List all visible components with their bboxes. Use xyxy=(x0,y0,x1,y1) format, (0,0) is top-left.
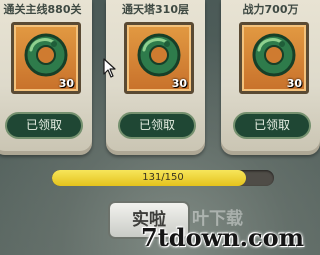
mouse-cursor-icon xyxy=(103,58,116,78)
reward-quantity: 30 xyxy=(58,77,74,90)
claimed-button[interactable]: 已领取 xyxy=(5,112,83,139)
task-title: 战力700万 xyxy=(242,3,299,16)
jade-dragon-icon xyxy=(137,33,181,77)
task-title: 通天塔310层 xyxy=(122,3,189,16)
task-card-main-stage: 通关主线880关 30 已领取 xyxy=(0,0,92,155)
progress-bar: 131/150 xyxy=(52,170,274,186)
reward-slot[interactable]: 30 xyxy=(124,22,194,94)
watermark-url: 7tdown.com xyxy=(141,223,305,252)
task-card-tower: 通天塔310层 30 已领取 xyxy=(106,0,205,155)
progress-text: 131/150 xyxy=(142,172,184,183)
jade-dragon-icon xyxy=(24,33,68,77)
reward-quantity: 30 xyxy=(171,77,187,90)
claimed-button[interactable]: 已领取 xyxy=(118,112,196,139)
reward-quantity: 30 xyxy=(286,77,302,90)
task-card-power: 战力700万 30 已领取 xyxy=(221,0,320,155)
reward-slot[interactable]: 30 xyxy=(11,22,81,94)
reward-slot[interactable]: 30 xyxy=(239,22,309,94)
jade-dragon-icon xyxy=(252,33,296,77)
claimed-button[interactable]: 已领取 xyxy=(233,112,311,139)
task-title: 通关主线880关 xyxy=(3,3,82,16)
